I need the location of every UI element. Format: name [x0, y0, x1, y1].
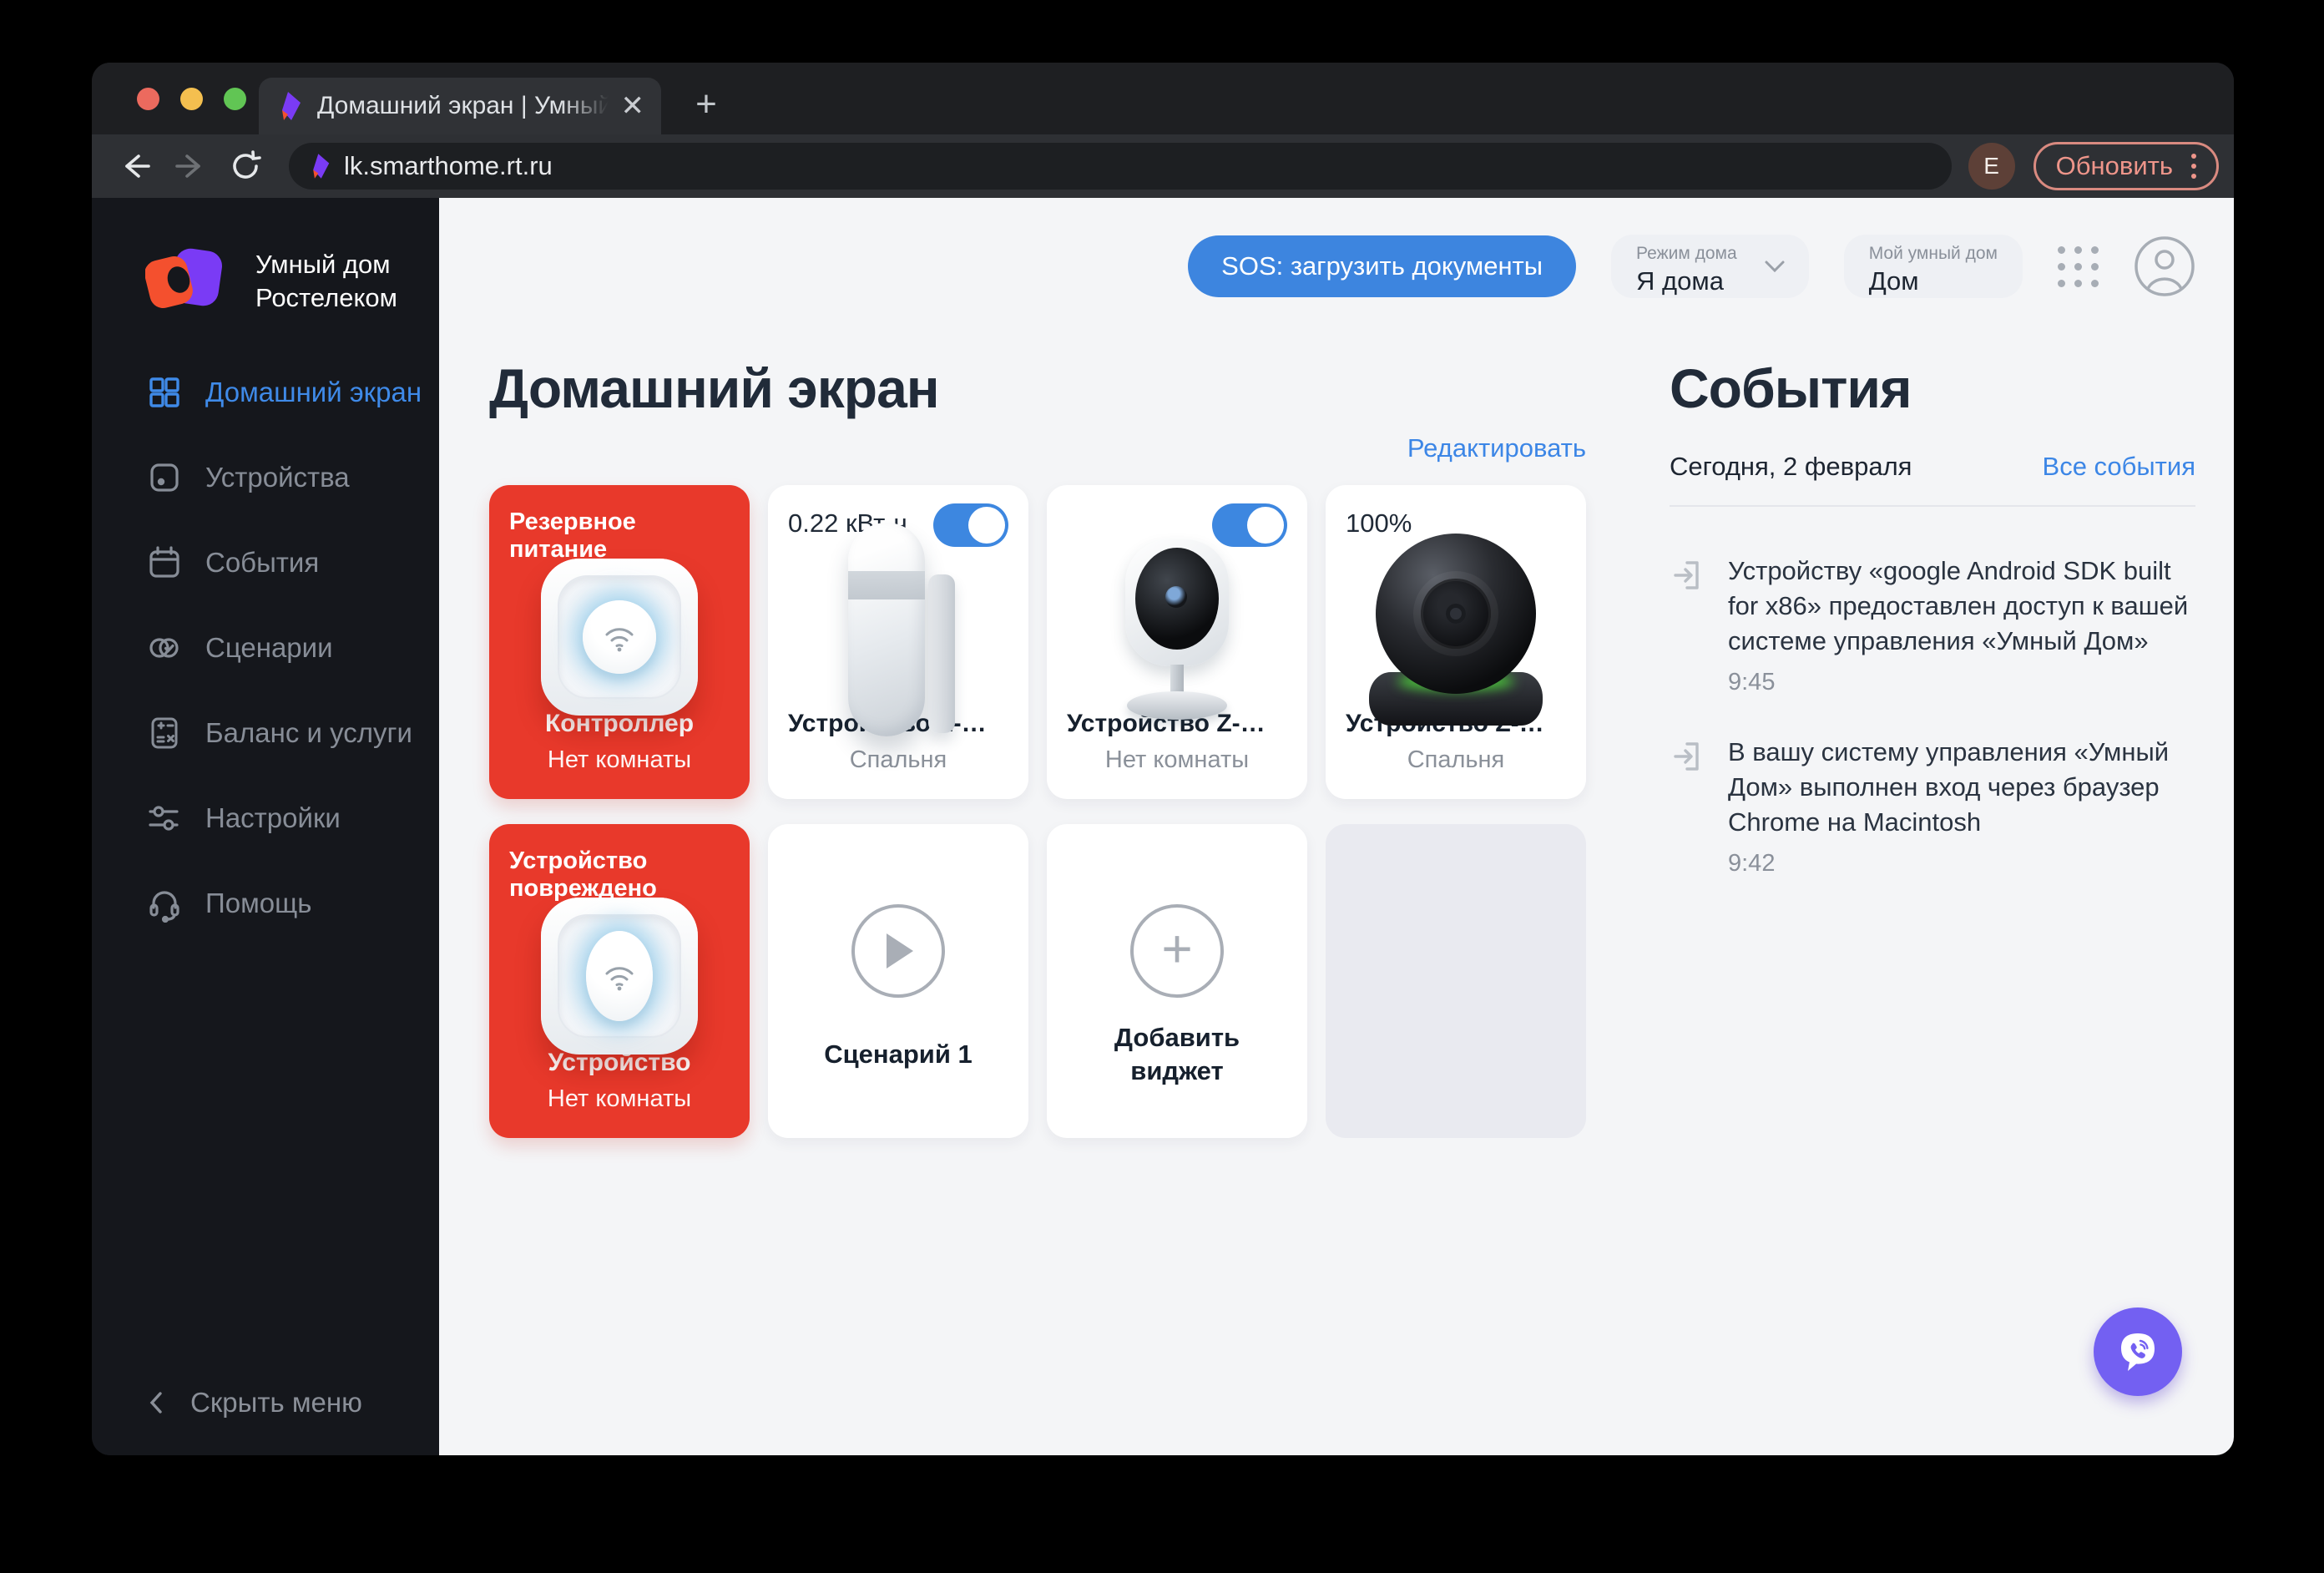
- tab-strip: Домашний экран | Умный Дом ✕ +: [92, 63, 2234, 134]
- indoor-camera-image: [1067, 539, 1287, 720]
- widget-card-controller[interactable]: Резервное питание Контроллер Нет комнаты: [489, 485, 750, 799]
- device-room: Нет комнаты: [547, 1085, 692, 1112]
- chevron-down-icon: [1765, 260, 1785, 273]
- add-widget-label: Добавить виджет: [1114, 1023, 1240, 1085]
- window-controls: [137, 88, 246, 110]
- sidebar-item-help[interactable]: Помощь: [145, 861, 439, 946]
- sos-button[interactable]: SOS: загрузить документы: [1188, 235, 1577, 297]
- event-text: В вашу систему управления «Умный Дом» вы…: [1728, 737, 2170, 837]
- scenario-name: Сценарий 1: [824, 1039, 973, 1069]
- tab-title: Домашний экран | Умный Дом: [317, 92, 614, 119]
- sidebar: Умный дом Ростелеком Домашний экран Устр…: [92, 198, 439, 1455]
- sidebar-item-devices[interactable]: Устройства: [145, 435, 439, 520]
- sidebar-nav: Домашний экран Устройства События Сценар…: [145, 350, 439, 946]
- chevron-left-icon: [149, 1392, 162, 1414]
- new-tab-button[interactable]: +: [690, 86, 723, 123]
- add-widget-card[interactable]: + Добавить виджет: [1047, 824, 1307, 1138]
- back-icon[interactable]: [117, 148, 154, 185]
- forward-icon[interactable]: [172, 148, 209, 185]
- play-icon[interactable]: [851, 904, 945, 998]
- event-text: Устройству «google Android SDK built for…: [1728, 556, 2189, 655]
- widget-placeholder: [1326, 824, 1586, 1138]
- app-logo-text: Умный дом Ростелеком: [255, 250, 397, 312]
- events-panel: События Сегодня, 2 февраля Все события У…: [1670, 298, 2195, 1138]
- widget-card-indoor-camera[interactable]: Устройство Z-Wave: 1… Нет комнаты: [1047, 485, 1307, 799]
- wifi-icon: [605, 966, 634, 990]
- events-title: События: [1670, 357, 1912, 419]
- ptz-camera-image: [1346, 533, 1566, 726]
- browser-update-button[interactable]: Обновить: [2033, 142, 2219, 190]
- site-favicon: [313, 154, 330, 179]
- widget-card-ptz-camera[interactable]: 100% Устройство Z-Wave: 1… Спальня: [1326, 485, 1586, 799]
- device-room: Нет комнаты: [547, 746, 692, 773]
- zoom-window-button[interactable]: [224, 88, 246, 110]
- sidebar-item-balance[interactable]: Баланс и услуги: [145, 690, 439, 776]
- widgets-grid: Резервное питание Контроллер Нет комнаты…: [489, 485, 1586, 1138]
- update-label: Обновить: [2055, 151, 2173, 180]
- close-tab-icon[interactable]: ✕: [621, 92, 645, 120]
- event-time: 9:42: [1728, 850, 1776, 877]
- event-time: 9:45: [1728, 669, 1776, 695]
- door-sensor-image: [788, 522, 1008, 736]
- login-arrow-icon: [1674, 742, 1699, 771]
- reload-icon[interactable]: [227, 148, 264, 185]
- device-room: Нет комнаты: [1104, 746, 1250, 773]
- header-actions: SOS: загрузить документы Режим дома Я до…: [489, 235, 2195, 298]
- url-bar[interactable]: lk.smarthome.rt.ru: [289, 143, 1952, 190]
- my-home-select[interactable]: Мой умный дом Дом: [1843, 235, 2023, 298]
- rostelecom-logo-icon: [145, 248, 222, 309]
- app-logo: Умный дом Ростелеком: [145, 246, 439, 316]
- sidebar-item-scenarios[interactable]: Сценарии: [145, 605, 439, 690]
- events-date: Сегодня, 2 февраля: [1670, 452, 1912, 481]
- balance-icon: [151, 717, 178, 749]
- calendar-icon: [149, 546, 179, 578]
- viber-chat-button[interactable]: [2094, 1307, 2182, 1396]
- all-events-link[interactable]: Все события: [2043, 452, 2195, 482]
- main-area: SOS: загрузить документы Режим дома Я до…: [439, 198, 2234, 1455]
- kebab-menu-icon[interactable]: [2191, 154, 2196, 179]
- user-avatar-icon[interactable]: [2134, 235, 2195, 297]
- scenarios-icon: [149, 638, 179, 658]
- widgets-column: Домашний экран Редактировать Резервное п…: [489, 298, 1586, 1138]
- alert-badge: Резервное питание: [509, 508, 636, 563]
- event-item[interactable]: В вашу систему управления «Умный Дом» вы…: [1670, 735, 2195, 878]
- divider: [1670, 505, 2195, 507]
- device-room: Спальня: [1407, 746, 1505, 773]
- screen: Домашний экран | Умный Дом ✕ + lk.smarth…: [0, 0, 2324, 1573]
- viber-icon: [2121, 1333, 2155, 1371]
- widget-card-damaged-device[interactable]: Устройство повреждено Устройство Нет ком…: [489, 824, 750, 1138]
- sidebar-item-events[interactable]: События: [145, 520, 439, 605]
- close-window-button[interactable]: [137, 88, 159, 110]
- event-item[interactable]: Устройству «google Android SDK built for…: [1670, 554, 2195, 696]
- home-mode-select[interactable]: Режим дома Я дома: [1611, 235, 1809, 298]
- settings-icon: [149, 806, 179, 831]
- minimize-window-button[interactable]: [180, 88, 203, 110]
- plus-icon[interactable]: +: [1130, 904, 1224, 998]
- sidebar-item-home[interactable]: Домашний экран: [145, 350, 439, 435]
- favicon: [282, 92, 301, 120]
- sidebar-item-settings[interactable]: Настройки: [145, 776, 439, 861]
- controller-device-image: [509, 558, 730, 716]
- browser-tab[interactable]: Домашний экран | Умный Дом ✕: [259, 78, 661, 134]
- widget-card-door-sensor[interactable]: 0.22 кВт·ч Устройство Z-Wave: 1… Спальня: [768, 485, 1028, 799]
- app-content: Умный дом Ростелеком Домашний экран Устр…: [92, 198, 2234, 1455]
- apps-grid-icon[interactable]: [2058, 245, 2099, 287]
- widget-card-scenario[interactable]: Сценарий 1: [768, 824, 1028, 1138]
- device-icon: [150, 463, 179, 492]
- browser-window: Домашний экран | Умный Дом ✕ + lk.smarth…: [92, 63, 2234, 1455]
- alert-badge: Устройство повреждено: [509, 847, 657, 902]
- login-arrow-icon: [1674, 561, 1699, 589]
- browser-toolbar: lk.smarthome.rt.ru E Обновить: [92, 134, 2234, 198]
- device-room: Спальня: [849, 746, 947, 773]
- url-text: lk.smarthome.rt.ru: [344, 151, 553, 180]
- sensor-device-image: [509, 897, 730, 1055]
- browser-profile-avatar[interactable]: E: [1968, 143, 2015, 190]
- dashboard-icon: [149, 377, 179, 407]
- headset-icon: [149, 891, 179, 923]
- wifi-icon: [605, 627, 634, 651]
- collapse-menu-button[interactable]: Скрыть меню: [145, 1387, 439, 1419]
- edit-link[interactable]: Редактировать: [1407, 433, 1586, 463]
- page-title: Домашний экран: [489, 357, 940, 419]
